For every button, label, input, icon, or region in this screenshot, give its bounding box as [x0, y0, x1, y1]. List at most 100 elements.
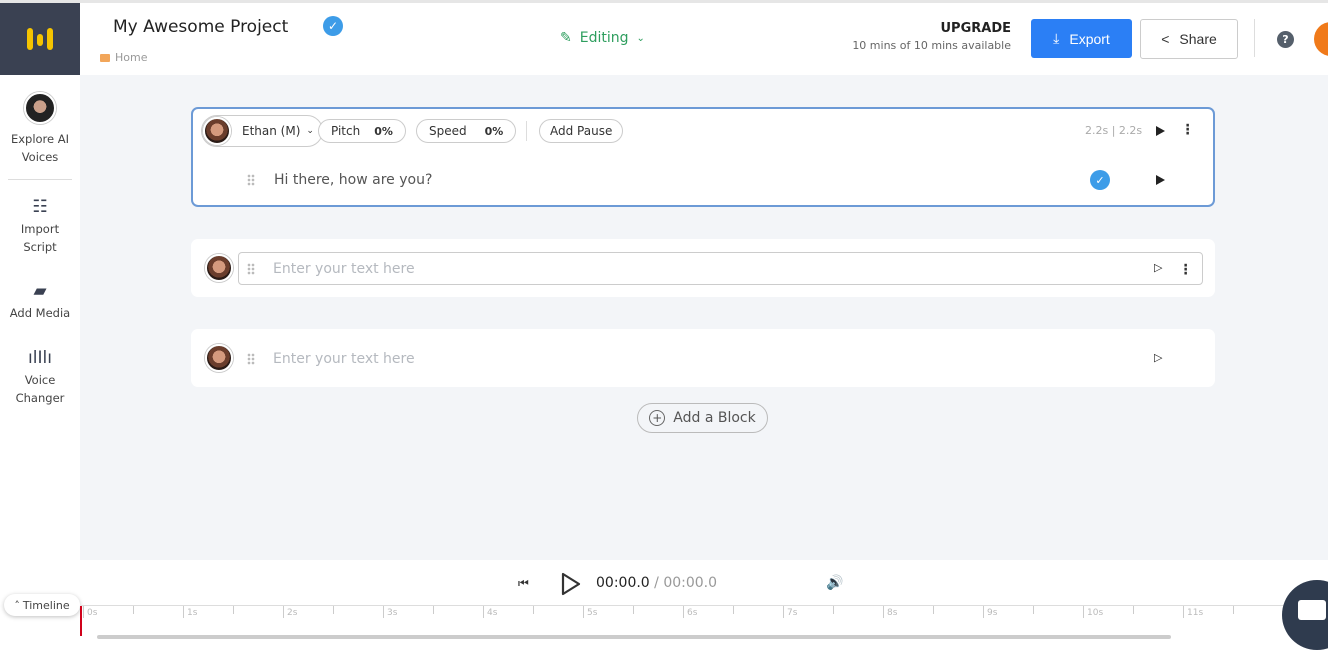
- timeline-tick: [283, 606, 284, 618]
- sidebar-item-import-script[interactable]: ☷ Import Script: [0, 197, 80, 256]
- timeline-tick: [683, 606, 684, 618]
- timeline-minor-tick: [933, 606, 934, 614]
- label: Voices: [21, 150, 59, 164]
- total-time: / 00:00.0: [654, 575, 718, 591]
- export-label: Export: [1069, 30, 1110, 47]
- checked-icon: ✓: [1090, 170, 1110, 190]
- timeline-minor-tick: [533, 606, 534, 614]
- play-outline-icon[interactable]: ▷: [1154, 351, 1162, 364]
- script-block[interactable]: Enter your text here ▷ · · ·: [191, 239, 1215, 297]
- timeline-tick: [583, 606, 584, 618]
- play-sentence-icon[interactable]: [1156, 175, 1165, 185]
- upgrade-info[interactable]: UPGRADE 10 mins of 10 mins available: [852, 21, 1011, 52]
- timeline-tick: [183, 606, 184, 618]
- play-outline-icon[interactable]: ▷: [1154, 261, 1162, 274]
- timeline-tick-label: 5s: [587, 608, 598, 618]
- divider: [1254, 19, 1255, 57]
- chat-icon: [1298, 600, 1326, 620]
- voice-changer-icon: ılIlı: [28, 348, 52, 368]
- script-block[interactable]: Ethan (M) ⌄ Pitch 0% Speed 0% Add Pause 2.2…: [191, 107, 1215, 207]
- share-button[interactable]: < Share: [1140, 19, 1238, 59]
- share-icon: <: [1161, 31, 1170, 47]
- voice-avatar[interactable]: [205, 344, 233, 372]
- more-options-icon[interactable]: · · ·: [1183, 259, 1188, 281]
- sidebar-item-add-media[interactable]: ▰ Add Media: [0, 281, 80, 322]
- pitch-control[interactable]: Pitch 0%: [318, 119, 406, 143]
- export-button[interactable]: ⤓ Export: [1031, 19, 1132, 58]
- label: Import: [20, 222, 60, 236]
- chevron-up-icon: ˄: [14, 598, 20, 612]
- skip-back-icon[interactable]: ⏮: [518, 576, 529, 591]
- timeline-tick-label: 9s: [987, 608, 998, 618]
- timeline-minor-tick: [633, 606, 634, 614]
- app-logo[interactable]: [0, 3, 80, 75]
- play-icon[interactable]: [561, 572, 581, 596]
- speed-label: Speed: [429, 124, 467, 138]
- project-title[interactable]: My Awesome Project: [113, 17, 288, 37]
- timeline-tick: [83, 606, 84, 618]
- timeline-minor-tick: [333, 606, 334, 614]
- timeline-minor-tick: [233, 606, 234, 614]
- timeline-minor-tick: [433, 606, 434, 614]
- timeline-tick: [783, 606, 784, 618]
- timeline-tick-label: 3s: [387, 608, 398, 618]
- speed-value: 0%: [484, 124, 504, 138]
- timeline-tick-label: 0s: [87, 608, 98, 618]
- block-text[interactable]: Hi there, how are you?: [274, 172, 432, 188]
- verified-check-icon: ✓: [323, 16, 343, 36]
- timeline-tick-label: 2s: [287, 608, 298, 618]
- script-block[interactable]: Enter your text here ▷: [191, 329, 1215, 387]
- breadcrumb[interactable]: Home: [100, 51, 147, 64]
- label: Script: [23, 240, 57, 254]
- add-pause-label: Add Pause: [550, 124, 613, 138]
- timeline-tick-label: 10s: [1087, 608, 1104, 618]
- volume-icon[interactable]: 🔊: [826, 575, 843, 591]
- timeline-minor-tick: [1133, 606, 1134, 614]
- drag-handle-icon[interactable]: [247, 263, 255, 275]
- drag-handle-icon[interactable]: [247, 353, 255, 365]
- plus-circle-icon: +: [649, 410, 666, 426]
- play-block-icon[interactable]: [1156, 126, 1165, 136]
- playhead[interactable]: [80, 606, 82, 636]
- logo-icon: [27, 28, 53, 50]
- timeline-minor-tick: [133, 606, 134, 614]
- breadcrumb-home[interactable]: Home: [115, 51, 147, 64]
- folder-icon: [100, 53, 110, 62]
- import-script-icon: ☷: [32, 197, 48, 217]
- chevron-down-icon: ⌄: [306, 126, 314, 136]
- timeline-tick-label: 8s: [887, 608, 898, 618]
- pitch-label: Pitch: [331, 124, 361, 138]
- speed-control[interactable]: Speed 0%: [416, 119, 517, 143]
- drag-handle-icon[interactable]: [247, 174, 255, 186]
- mode-dropdown[interactable]: ✎ Editing ⌄: [560, 30, 645, 46]
- add-block-button[interactable]: + Add a Block: [637, 403, 768, 433]
- text-placeholder[interactable]: Enter your text here: [273, 351, 415, 367]
- timeline-label: Timeline: [22, 598, 70, 612]
- voice-avatar: [203, 117, 231, 145]
- timeline-tick-label: 6s: [687, 608, 698, 618]
- help-icon[interactable]: ?: [1277, 31, 1294, 48]
- time-display: 00:00.0 / 00:00.0: [596, 575, 717, 591]
- voice-name: Ethan (M): [242, 124, 301, 138]
- timeline-ruler[interactable]: 0s 1s 2s 3s 4s 5s 6s 7s 8s 9s 10s 11s: [81, 605, 1328, 635]
- add-pause-button[interactable]: Add Pause: [539, 119, 624, 143]
- sidebar-divider: [8, 179, 72, 180]
- mode-label: Editing: [579, 30, 629, 46]
- voice-avatar: [24, 92, 56, 124]
- sidebar-item-voice-changer[interactable]: ılIlı Voice Changer: [0, 348, 80, 407]
- label: Changer: [15, 391, 65, 405]
- more-options-icon[interactable]: · · ·: [1185, 119, 1190, 141]
- text-placeholder: Enter your text here: [273, 261, 415, 277]
- timeline-toggle[interactable]: ˄ Timeline: [4, 594, 80, 616]
- pitch-value: 0%: [374, 124, 393, 138]
- upgrade-link[interactable]: UPGRADE: [852, 21, 1012, 36]
- timeline-tick-label: 4s: [487, 608, 498, 618]
- sidebar-item-explore-voices[interactable]: Explore AI Voices: [0, 92, 80, 166]
- download-icon: ⤓: [1053, 30, 1060, 46]
- timeline-tick-label: 7s: [787, 608, 798, 618]
- add-block-label: Add a Block: [673, 410, 756, 426]
- timeline-scrollbar[interactable]: [97, 635, 1171, 639]
- voice-avatar[interactable]: [205, 254, 233, 282]
- timeline-minor-tick: [733, 606, 734, 614]
- timeline-minor-tick: [1233, 606, 1234, 614]
